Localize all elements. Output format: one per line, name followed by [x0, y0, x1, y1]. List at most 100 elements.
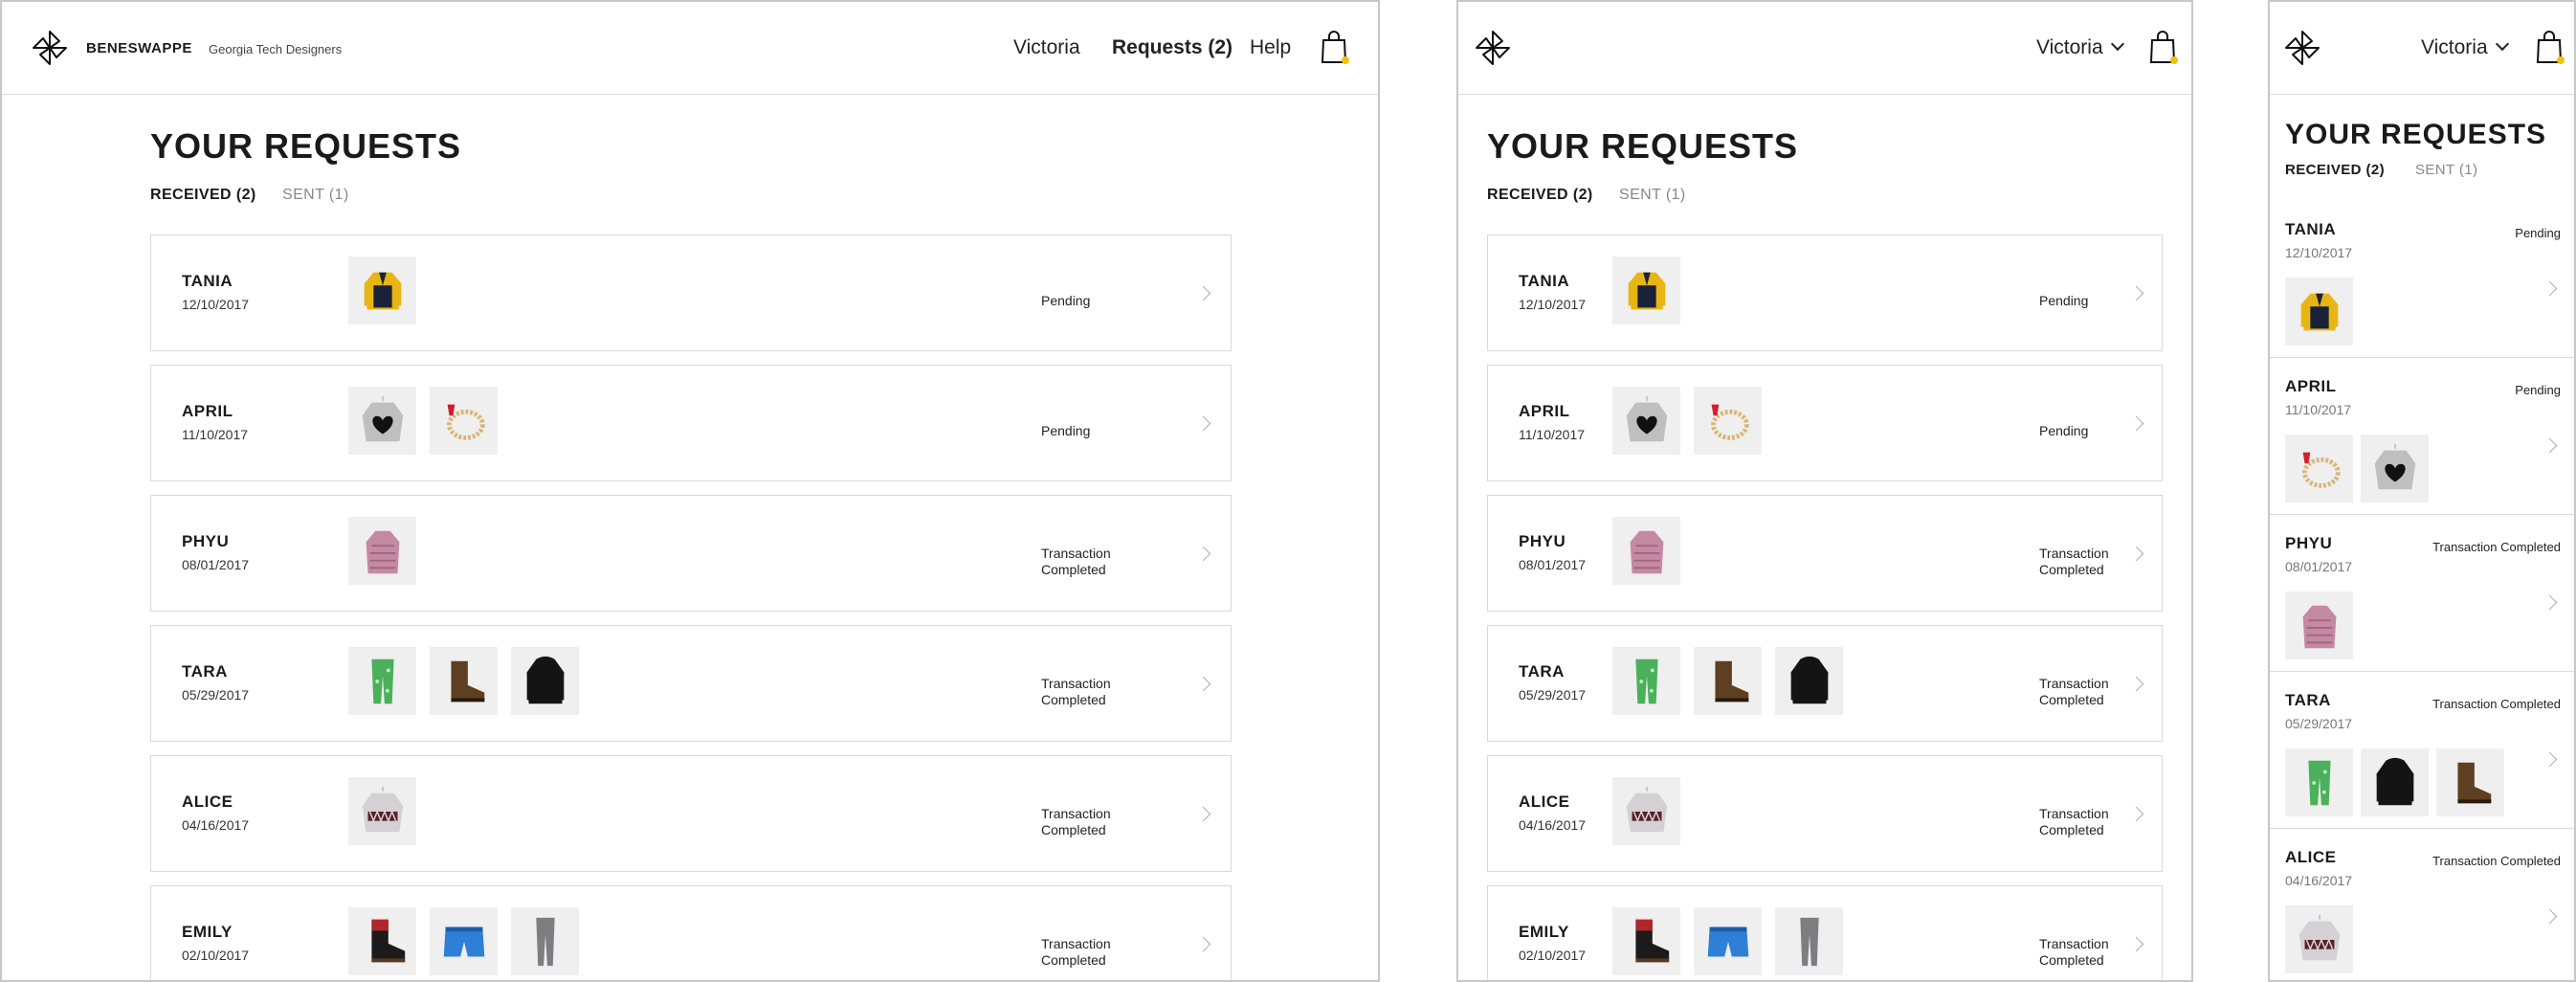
- green-pants-thumbnail[interactable]: [1612, 647, 1680, 715]
- nav-requests-link[interactable]: Requests (2): [1112, 36, 1232, 59]
- request-list-item[interactable]: APRIL 11/10/2017 Pending: [2270, 358, 2574, 515]
- status-line: Completed: [2039, 822, 2104, 837]
- item-thumbnails: [2285, 591, 2353, 659]
- chevron-down-icon: [2495, 36, 2509, 52]
- request-status: Transaction Completed: [2039, 936, 2109, 969]
- item-thumbnails: [348, 777, 416, 845]
- beaded-bracelet-thumbnail[interactable]: [2285, 435, 2353, 502]
- tab-sent[interactable]: SENT (1): [1619, 187, 1686, 204]
- nav-help-link[interactable]: Help: [1250, 36, 1291, 59]
- status-line: Transaction: [1041, 936, 1111, 951]
- patterned-sweater-thumbnail[interactable]: [2285, 905, 2353, 973]
- request-list-item[interactable]: ALICE 04/16/2017 Transaction Completed: [2270, 829, 2574, 980]
- request-status: Transaction Completed: [1041, 546, 1111, 578]
- requester-name: TANIA: [182, 272, 233, 290]
- heart-sweater-thumbnail[interactable]: [2361, 435, 2429, 502]
- shopping-bag-icon[interactable]: [2149, 31, 2178, 65]
- request-card[interactable]: ALICE 04/16/2017 Transaction Completed: [150, 755, 1232, 872]
- request-date: 05/29/2017: [182, 687, 250, 703]
- pinwheel-logo-icon[interactable]: [31, 29, 69, 67]
- nav-user-link[interactable]: Victoria: [1013, 36, 1080, 59]
- patterned-sweater-thumbnail[interactable]: [348, 777, 416, 845]
- request-card[interactable]: TARA 05/29/2017 Transaction Completed: [150, 625, 1232, 742]
- requester-name: TARA: [2285, 691, 2331, 709]
- request-list-item[interactable]: TARA 05/29/2017 Transaction Completed: [2270, 672, 2574, 829]
- pink-top-thumbnail[interactable]: [1612, 517, 1680, 585]
- heart-sweater-thumbnail[interactable]: [348, 387, 416, 455]
- brown-boots-thumbnail[interactable]: [2436, 748, 2504, 816]
- pinwheel-logo-icon[interactable]: [1474, 29, 1512, 67]
- beaded-bracelet-thumbnail[interactable]: [1694, 387, 1762, 455]
- item-thumbnails: [348, 647, 579, 715]
- tablet-header: Victoria: [1458, 2, 2191, 95]
- status-line: Transaction: [1041, 676, 1111, 691]
- requester-name: APRIL: [1519, 402, 1570, 420]
- request-status: Pending: [1041, 423, 1090, 439]
- requester-name: APRIL: [2285, 377, 2337, 395]
- request-card[interactable]: TANIA 12/10/2017 Pending: [1487, 234, 2163, 351]
- tab-received[interactable]: RECEIVED (2): [150, 187, 256, 204]
- item-thumbnails: [1612, 517, 1680, 585]
- winter-boots-thumbnail[interactable]: [1612, 907, 1680, 975]
- tab-received[interactable]: RECEIVED (2): [1487, 187, 1593, 204]
- patterned-sweater-thumbnail[interactable]: [1612, 777, 1680, 845]
- blue-shorts-thumbnail[interactable]: [1694, 907, 1762, 975]
- pink-top-thumbnail[interactable]: [348, 517, 416, 585]
- request-card[interactable]: APRIL 11/10/2017 Pending: [150, 365, 1232, 481]
- blue-shorts-thumbnail[interactable]: [430, 907, 498, 975]
- item-thumbnails: [2285, 905, 2353, 973]
- status-line: Transaction: [1041, 546, 1111, 561]
- request-list-item[interactable]: PHYU 08/01/2017 Transaction Completed: [2270, 515, 2574, 672]
- green-pants-thumbnail[interactable]: [348, 647, 416, 715]
- pinwheel-logo-icon[interactable]: [2283, 29, 2321, 67]
- request-card[interactable]: TARA 05/29/2017 Transaction Completed: [1487, 625, 2163, 742]
- item-thumbnails: [1612, 387, 1762, 455]
- yellow-jacket-thumbnail[interactable]: [1612, 257, 1680, 324]
- chevron-right-icon: [2128, 936, 2144, 952]
- item-thumbnails: [1612, 777, 1680, 845]
- shopping-bag-icon[interactable]: [1321, 31, 1349, 65]
- chevron-right-icon: [2128, 415, 2144, 432]
- chevron-right-icon: [2128, 676, 2144, 692]
- request-card[interactable]: EMILY 02/10/2017 Transaction Completed: [1487, 885, 2163, 980]
- request-card[interactable]: TANIA 12/10/2017 Pending: [150, 234, 1232, 351]
- request-date: 12/10/2017: [2285, 245, 2353, 260]
- shopping-bag-icon[interactable]: [2536, 31, 2565, 65]
- brown-boots-thumbnail[interactable]: [1694, 647, 1762, 715]
- request-card[interactable]: PHYU 08/01/2017 Transaction Completed: [1487, 495, 2163, 612]
- black-hoodie-thumbnail[interactable]: [511, 647, 579, 715]
- request-card[interactable]: PHYU 08/01/2017 Transaction Completed: [150, 495, 1232, 612]
- winter-boots-thumbnail[interactable]: [348, 907, 416, 975]
- request-card[interactable]: APRIL 11/10/2017 Pending: [1487, 365, 2163, 481]
- nav-user-menu[interactable]: Victoria: [2036, 36, 2124, 59]
- request-card[interactable]: ALICE 04/16/2017 Transaction Completed: [1487, 755, 2163, 872]
- item-thumbnails: [348, 907, 579, 975]
- tab-sent[interactable]: SENT (1): [282, 187, 349, 204]
- desktop-frame: BENESWAPPE Georgia Tech Designers Victor…: [0, 0, 1380, 982]
- status-line: Completed: [2039, 692, 2104, 707]
- chevron-right-icon: [1195, 806, 1211, 822]
- green-pants-thumbnail[interactable]: [2285, 748, 2353, 816]
- yellow-jacket-thumbnail[interactable]: [2285, 278, 2353, 346]
- heart-sweater-thumbnail[interactable]: [1612, 387, 1680, 455]
- item-thumbnails: [1612, 647, 1843, 715]
- grey-pants-thumbnail[interactable]: [511, 907, 579, 975]
- status-line: Completed: [1041, 952, 1106, 968]
- pink-top-thumbnail[interactable]: [2285, 591, 2353, 659]
- request-status: Transaction Completed: [2432, 697, 2561, 711]
- request-card[interactable]: EMILY 02/10/2017 Transaction Completed: [150, 885, 1232, 980]
- grey-pants-thumbnail[interactable]: [1775, 907, 1843, 975]
- black-hoodie-thumbnail[interactable]: [1775, 647, 1843, 715]
- nav-user-menu[interactable]: Victoria: [2421, 36, 2509, 59]
- request-list-item[interactable]: TANIA 12/10/2017 Pending: [2270, 201, 2574, 358]
- chevron-down-icon: [2110, 36, 2124, 52]
- yellow-jacket-thumbnail[interactable]: [348, 257, 416, 324]
- brown-boots-thumbnail[interactable]: [430, 647, 498, 715]
- beaded-bracelet-thumbnail[interactable]: [430, 387, 498, 455]
- tab-sent[interactable]: SENT (1): [2415, 162, 2477, 178]
- black-hoodie-thumbnail[interactable]: [2361, 748, 2429, 816]
- requester-name: EMILY: [1519, 923, 1569, 941]
- request-status: Transaction Completed: [1041, 936, 1111, 969]
- request-status: Pending: [2039, 423, 2088, 439]
- tab-received[interactable]: RECEIVED (2): [2285, 162, 2385, 178]
